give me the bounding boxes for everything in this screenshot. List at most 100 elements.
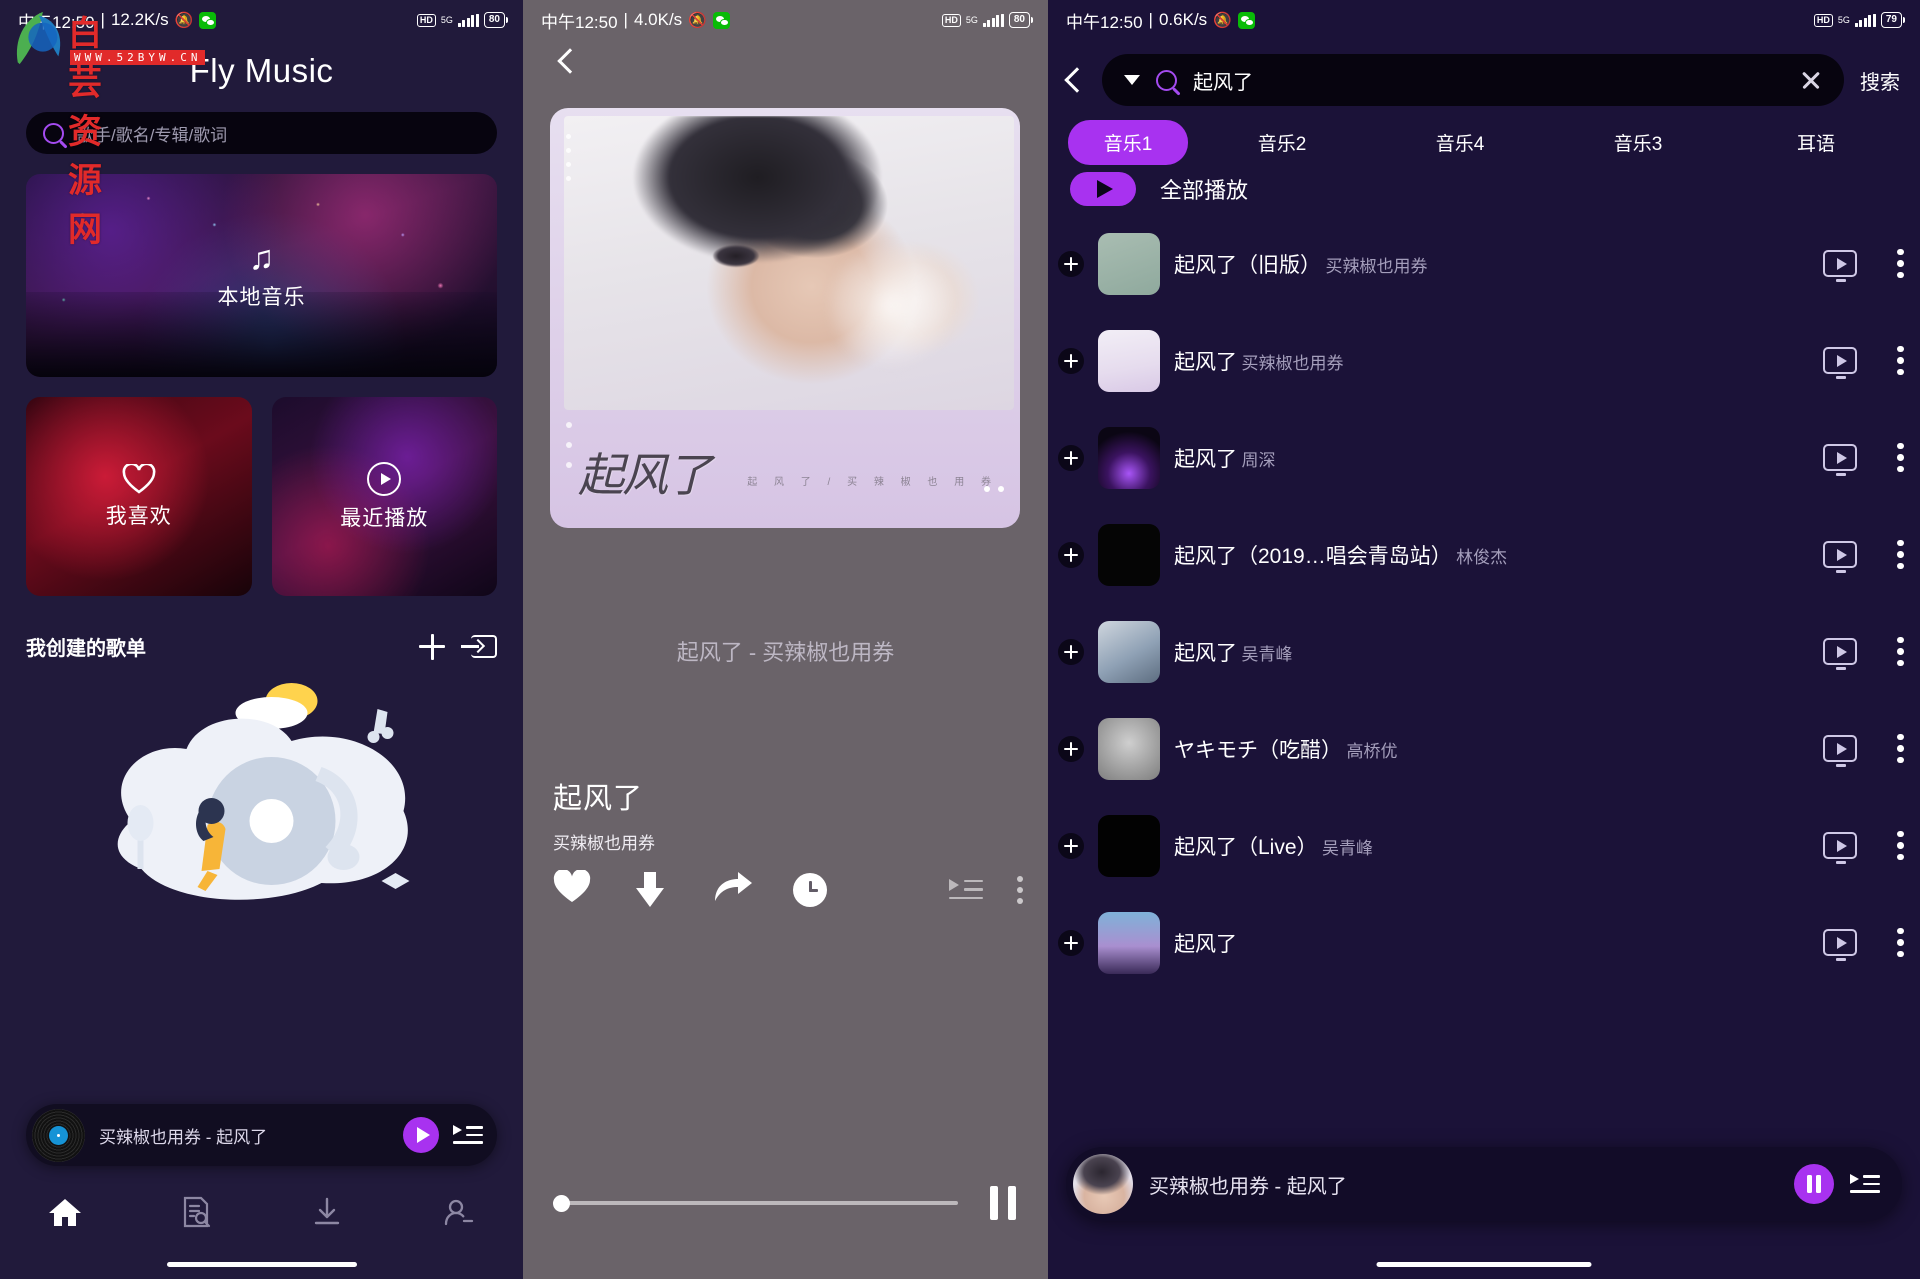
mv-icon[interactable] [1823, 347, 1857, 379]
close-icon[interactable] [1800, 69, 1822, 91]
progress-knob[interactable] [553, 1194, 570, 1212]
album-art[interactable]: 起风了 起 风 了 / 买 辣 椒 也 用 券 [550, 108, 1020, 528]
table-row[interactable]: 起风了（旧版） 买辣椒也用券 [1048, 215, 1920, 312]
mv-icon[interactable] [1823, 444, 1857, 476]
table-row[interactable]: 起风了 [1048, 894, 1920, 991]
signal-icon [457, 13, 479, 27]
song-artist: 吴青峰 [1321, 838, 1373, 858]
song-artist: 买辣椒也用券 [1241, 353, 1344, 373]
mv-icon[interactable] [1823, 832, 1857, 864]
favorites-label: 我喜欢 [105, 504, 172, 528]
queue-list-icon[interactable] [949, 878, 983, 902]
pause-icon[interactable] [984, 1183, 1024, 1223]
back-button[interactable] [557, 48, 583, 74]
tab-music2[interactable]: 音乐2 [1198, 120, 1366, 165]
photo-eye [712, 245, 759, 268]
album-cover [1098, 814, 1160, 877]
status-right-1: HD 5G 80 [416, 12, 509, 28]
pause-icon[interactable] [1794, 1164, 1834, 1204]
tab-music4[interactable]: 音乐4 [1376, 120, 1544, 165]
table-row[interactable]: 起风了 买辣椒也用券 [1048, 312, 1920, 409]
favorites-card[interactable]: 我喜欢 [26, 397, 252, 596]
song-artist: 林俊杰 [1456, 547, 1508, 567]
download-button[interactable] [633, 871, 713, 908]
song-title: 起风了 [1174, 447, 1237, 471]
sleep-timer-button[interactable] [793, 872, 873, 907]
play-icon[interactable] [1070, 172, 1136, 206]
favorites-overlay: 我喜欢 [26, 397, 252, 596]
plus-circle-icon[interactable] [1058, 347, 1084, 374]
more-vertical-icon[interactable] [1897, 733, 1904, 764]
mv-icon[interactable] [1823, 735, 1857, 767]
table-row[interactable]: 起风了（Live） 吴青峰 [1048, 797, 1920, 894]
home-icon [49, 1198, 82, 1226]
mv-icon[interactable] [1823, 638, 1857, 670]
more-vertical-icon[interactable] [1897, 830, 1904, 861]
tab-music3[interactable]: 音乐3 [1554, 120, 1722, 165]
recent-card[interactable]: 最近播放 [271, 397, 497, 596]
mini-player-bar[interactable]: 买辣椒也用券 - 起风了 [1066, 1147, 1902, 1221]
play-all-row[interactable]: 全部播放 [1070, 172, 1248, 206]
more-vertical-icon[interactable] [1897, 927, 1904, 958]
plus-circle-icon[interactable] [1058, 541, 1084, 568]
caret-down-icon[interactable] [1124, 75, 1140, 85]
search-input[interactable]: 歌手/歌名/专辑/歌词 [26, 112, 497, 154]
table-row[interactable]: ヤキモチ（吃醋） 高桥优 [1048, 700, 1920, 797]
transport-row [553, 1183, 1024, 1223]
more-vertical-icon[interactable] [1897, 248, 1904, 279]
recent-label: 最近播放 [340, 506, 429, 530]
user-icon [444, 1199, 473, 1226]
more-vertical-icon[interactable] [1897, 345, 1904, 376]
more-vertical-icon[interactable] [1897, 636, 1904, 667]
mini-player-bar[interactable]: 买辣椒也用券 - 起风了 [26, 1104, 497, 1166]
mv-icon[interactable] [1823, 250, 1857, 282]
song-title: 起风了 [1174, 641, 1237, 665]
tab-whisper[interactable]: 耳语 [1732, 120, 1900, 165]
photo-hand-blur [831, 245, 951, 366]
search-query: 起风了 [1193, 71, 1253, 94]
table-row[interactable]: 起风了（2019…唱会青岛站） 林俊杰 [1048, 506, 1920, 603]
status-netspeed: 4.0K/s [633, 10, 683, 29]
plus-icon[interactable] [419, 633, 445, 660]
queue-list-icon[interactable] [453, 1124, 483, 1146]
import-icon[interactable] [461, 635, 497, 658]
heart-filled-icon [553, 869, 591, 909]
mv-icon[interactable] [1823, 541, 1857, 573]
song-title: 起风了 [1174, 932, 1237, 956]
progress-slider[interactable] [553, 1194, 958, 1212]
more-vertical-icon[interactable] [1897, 539, 1904, 570]
tab-profile[interactable] [392, 1196, 523, 1228]
album-calligraphy: 起风了 [578, 447, 712, 502]
quick-cards: 我喜欢 最近播放 [26, 397, 497, 596]
tab-music1[interactable]: 音乐1 [1068, 119, 1188, 165]
tab-home[interactable] [0, 1197, 131, 1228]
share-button[interactable] [713, 871, 793, 908]
plus-circle-icon[interactable] [1058, 929, 1084, 956]
album-cover [1098, 329, 1160, 392]
plus-circle-icon[interactable] [1058, 250, 1084, 277]
search-input[interactable]: 起风了 [1102, 54, 1844, 106]
back-chevron-icon[interactable] [1064, 67, 1090, 93]
search-button[interactable]: 搜索 [1860, 66, 1900, 95]
plus-circle-icon[interactable] [1058, 735, 1084, 762]
more-vertical-icon[interactable] [1017, 875, 1024, 904]
favorite-button[interactable] [553, 869, 633, 909]
plus-circle-icon[interactable] [1058, 444, 1084, 471]
gesture-bar [1376, 1262, 1592, 1267]
tab-downloads[interactable] [262, 1196, 393, 1228]
song-artist: 吴青峰 [1241, 644, 1293, 664]
plus-circle-icon[interactable] [1058, 638, 1084, 665]
status-separator: | [100, 10, 105, 29]
mv-icon[interactable] [1823, 929, 1857, 961]
song-meta: 起风了 [1174, 928, 1809, 958]
plus-circle-icon[interactable] [1058, 832, 1084, 859]
local-music-card[interactable]: ♫ 本地音乐 [26, 174, 497, 377]
album-cover [1073, 1154, 1133, 1214]
play-icon[interactable] [403, 1117, 439, 1153]
more-vertical-icon[interactable] [1897, 442, 1904, 473]
queue-list-icon[interactable] [1850, 1173, 1880, 1195]
tab-discover[interactable] [131, 1196, 262, 1228]
table-row[interactable]: 起风了 周深 [1048, 409, 1920, 506]
empty-playlist-illustration [0, 671, 523, 921]
table-row[interactable]: 起风了 吴青峰 [1048, 603, 1920, 700]
